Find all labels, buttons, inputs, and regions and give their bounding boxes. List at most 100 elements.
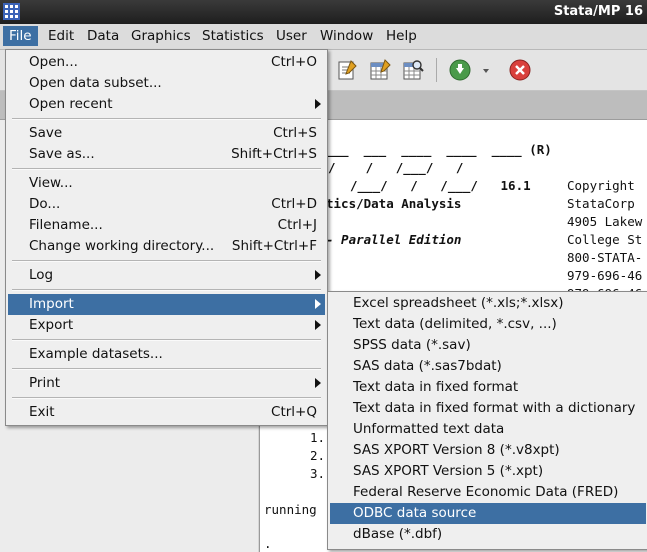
menu-item-filename[interactable]: Filename... Ctrl+J xyxy=(8,215,325,236)
submenu-arrow-icon xyxy=(315,270,321,280)
company-text: StataCorp xyxy=(567,196,635,211)
continue-icon[interactable] xyxy=(449,59,471,81)
menu-item-label: Print xyxy=(29,375,61,391)
import-item-unformatted[interactable]: Unformatted text data xyxy=(330,419,646,440)
menu-item-label: Log xyxy=(29,267,54,283)
menu-item-change-working-directory[interactable]: Change working directory... Shift+Ctrl+F xyxy=(8,236,325,257)
menu-item-label: SAS data (*.sas7bdat) xyxy=(353,358,502,374)
menu-item-label: Open data subset... xyxy=(29,75,162,91)
menu-item-save-as[interactable]: Save as... Shift+Ctrl+S xyxy=(8,144,325,165)
window-title: Stata/MP 16 xyxy=(553,4,643,19)
import-item-dbase[interactable]: dBase (*.dbf) xyxy=(330,524,646,545)
data-browser-icon[interactable] xyxy=(402,59,424,81)
break-icon[interactable] xyxy=(509,59,531,81)
menu-item-exit[interactable]: Exit Ctrl+Q xyxy=(8,402,325,423)
menu-item-label: Federal Reserve Economic Data (FRED) xyxy=(353,484,619,500)
menu-item-label: Excel spreadsheet (*.xls;*.xlsx) xyxy=(353,295,564,311)
toolbar-separator xyxy=(436,58,437,82)
menu-data[interactable]: Data xyxy=(81,26,125,46)
menu-item-open[interactable]: Open... Ctrl+O xyxy=(8,52,325,73)
import-item-fixed-format[interactable]: Text data in fixed format xyxy=(330,377,646,398)
stata-logo-line1: ___ ___ ____ ____ ____ (R) xyxy=(326,142,552,157)
import-item-text-delimited[interactable]: Text data (delimited, *.csv, ...) xyxy=(330,314,646,335)
menu-item-log[interactable]: Log xyxy=(8,265,325,286)
menu-item-label: Import xyxy=(29,296,74,312)
import-item-spss[interactable]: SPSS data (*.sav) xyxy=(330,335,646,356)
menu-bar: File Edit Data Graphics Statistics User … xyxy=(0,24,647,50)
menu-item-shortcut: Ctrl+J xyxy=(277,217,317,233)
menu-separator xyxy=(12,289,321,291)
menu-item-shortcut: Shift+Ctrl+S xyxy=(231,146,317,162)
menu-item-print[interactable]: Print xyxy=(8,373,325,394)
menu-item-shortcut: Ctrl+Q xyxy=(271,404,317,420)
menu-item-label: Unformatted text data xyxy=(353,421,505,437)
menu-separator xyxy=(12,339,321,341)
menu-item-label: Filename... xyxy=(29,217,103,233)
menu-item-label: SAS XPORT Version 8 (*.v8xpt) xyxy=(353,442,560,458)
menu-item-example-datasets[interactable]: Example datasets... xyxy=(8,344,325,365)
menu-item-label: Change working directory... xyxy=(29,238,215,254)
data-editor-icon[interactable] xyxy=(369,59,391,81)
continue-dropdown-icon[interactable] xyxy=(480,59,492,81)
menu-item-label: Open recent xyxy=(29,96,113,112)
running-text: running xyxy=(264,502,317,517)
menu-item-shortcut: Ctrl+O xyxy=(271,54,317,70)
submenu-arrow-icon xyxy=(315,99,321,109)
menu-item-view[interactable]: View... xyxy=(8,173,325,194)
menu-file[interactable]: File xyxy=(3,26,38,46)
import-item-sas[interactable]: SAS data (*.sas7bdat) xyxy=(330,356,646,377)
menu-item-export[interactable]: Export xyxy=(8,315,325,336)
do-file-editor-icon[interactable] xyxy=(336,59,358,81)
import-submenu: Excel spreadsheet (*.xls;*.xlsx) Text da… xyxy=(327,291,647,550)
import-item-sas-xport-8[interactable]: SAS XPORT Version 8 (*.v8xpt) xyxy=(330,440,646,461)
menu-item-label: View... xyxy=(29,175,73,191)
file-menu: Open... Ctrl+O Open data subset... Open … xyxy=(5,49,328,426)
menu-item-label: Do... xyxy=(29,196,61,212)
menu-help[interactable]: Help xyxy=(380,26,423,46)
address-text: 4905 Lakew xyxy=(567,214,643,229)
menu-edit[interactable]: Edit xyxy=(42,26,80,46)
phone2-text: 979-696-46 xyxy=(567,268,643,283)
menu-item-label: Open... xyxy=(29,54,78,70)
menu-window[interactable]: Window xyxy=(314,26,379,46)
import-item-odbc[interactable]: ODBC data source xyxy=(330,503,646,524)
menu-separator xyxy=(12,397,321,399)
import-item-sas-xport-5[interactable]: SAS XPORT Version 5 (*.xpt) xyxy=(330,461,646,482)
menu-separator xyxy=(12,118,321,120)
menu-item-label: Export xyxy=(29,317,74,333)
import-item-fixed-format-dictionary[interactable]: Text data in fixed format with a diction… xyxy=(330,398,646,419)
stata-logo-line2: / / /___/ / xyxy=(328,160,464,175)
menu-item-label: dBase (*.dbf) xyxy=(353,526,443,542)
menu-separator xyxy=(12,168,321,170)
menu-item-shortcut: Ctrl+S xyxy=(273,125,317,141)
menu-item-label: SPSS data (*.sav) xyxy=(353,337,471,353)
menu-item-save[interactable]: Save Ctrl+S xyxy=(8,123,325,144)
import-item-fred[interactable]: Federal Reserve Economic Data (FRED) xyxy=(330,482,646,503)
stata-app-icon[interactable] xyxy=(3,3,20,20)
note-number-1: 1. xyxy=(310,430,326,445)
menu-user[interactable]: User xyxy=(270,26,313,46)
menu-item-import[interactable]: Import xyxy=(8,294,325,315)
menu-item-label: Save as... xyxy=(29,146,95,162)
edition-text: - Parallel Edition xyxy=(326,232,462,247)
menu-item-label: Save xyxy=(29,125,63,141)
submenu-arrow-icon xyxy=(315,320,321,330)
note-number-2: 2. xyxy=(310,448,326,463)
menu-separator xyxy=(12,368,321,370)
menu-item-label: Text data in fixed format xyxy=(353,379,519,395)
menu-statistics[interactable]: Statistics xyxy=(196,26,270,46)
command-prompt-dot: . xyxy=(264,536,272,551)
title-bar: Stata/MP 16 xyxy=(0,0,647,24)
menu-item-do[interactable]: Do... Ctrl+D xyxy=(8,194,325,215)
note-number-3: 3. xyxy=(310,466,326,481)
import-item-excel[interactable]: Excel spreadsheet (*.xls;*.xlsx) xyxy=(330,293,646,314)
menu-item-shortcut: Ctrl+D xyxy=(271,196,317,212)
copyright-text: Copyright xyxy=(567,178,635,193)
menu-item-label: SAS XPORT Version 5 (*.xpt) xyxy=(353,463,544,479)
menu-item-label: Exit xyxy=(29,404,55,420)
menu-item-open-recent[interactable]: Open recent xyxy=(8,94,325,115)
submenu-arrow-icon xyxy=(315,299,321,309)
menu-item-label: Text data (delimited, *.csv, ...) xyxy=(353,316,557,332)
menu-graphics[interactable]: Graphics xyxy=(125,26,197,46)
menu-item-open-data-subset[interactable]: Open data subset... xyxy=(8,73,325,94)
